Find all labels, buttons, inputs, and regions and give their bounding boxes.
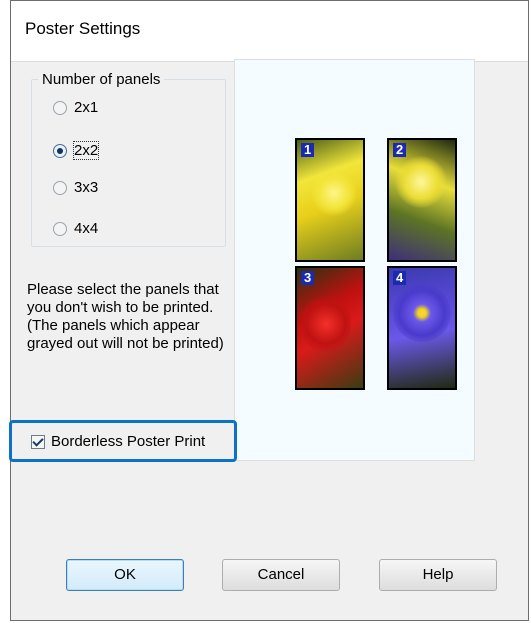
borderless-poster-print-option[interactable]: Borderless Poster Print: [31, 433, 205, 450]
panel-number-4: 4: [393, 271, 407, 285]
dialog-title: Poster Settings: [25, 19, 141, 38]
instructions-text: Please select the panels that you don't …: [27, 281, 224, 352]
preview-panel-4[interactable]: 4: [387, 266, 457, 390]
radio-button-2x2[interactable]: [53, 143, 67, 158]
radio-label-2x1: 2x1: [74, 99, 99, 116]
panel-number-1: 1: [301, 143, 315, 157]
panel-number-3: 3: [301, 271, 315, 285]
ok-button[interactable]: OK: [66, 559, 184, 591]
radio-label-2x2: 2x2: [72, 141, 100, 160]
preview-panel-2[interactable]: 2: [387, 138, 457, 262]
cancel-button[interactable]: Cancel: [222, 559, 340, 591]
borderless-checkbox[interactable]: [31, 434, 45, 449]
preview-panel-3[interactable]: 3: [295, 266, 365, 390]
radio-option-2x1[interactable]: 2x1: [53, 99, 98, 116]
radio-label-3x3: 3x3: [74, 179, 99, 196]
preview-panel-1[interactable]: 1: [295, 138, 365, 262]
help-button[interactable]: Help: [379, 559, 497, 591]
title-bar: Poster Settings: [11, 1, 528, 62]
radio-button-3x3[interactable]: [53, 180, 67, 195]
radio-option-2x2[interactable]: 2x2: [53, 141, 100, 160]
radio-button-2x1[interactable]: [53, 100, 67, 115]
number-of-panels-label: Number of panels: [38, 71, 165, 88]
borderless-label: Borderless Poster Print: [51, 433, 206, 450]
radio-option-4x4[interactable]: 4x4: [53, 220, 98, 237]
poster-preview: 1 2 3 4: [234, 59, 475, 461]
radio-option-3x3[interactable]: 3x3: [53, 179, 98, 196]
radio-button-4x4[interactable]: [53, 221, 67, 236]
radio-label-4x4: 4x4: [74, 220, 99, 237]
panel-number-2: 2: [393, 143, 407, 157]
poster-settings-dialog: Poster Settings Number of panels 2x1 2x2…: [9, 0, 529, 621]
